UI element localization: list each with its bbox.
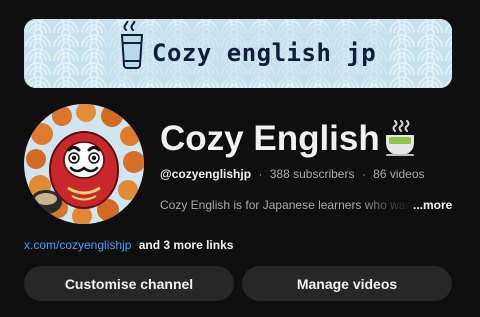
x-link[interactable]: x.com/cozyenglishjp <box>24 238 131 252</box>
more-button[interactable]: ...more <box>413 198 452 212</box>
banner-title: Cozy english jp <box>152 39 377 67</box>
tea-cup-emoji-icon <box>386 120 414 156</box>
manage-videos-label: Manage videos <box>296 275 398 292</box>
channel-description[interactable]: Cozy English is for Japanese learners wh… <box>160 198 452 212</box>
channel-handle: @cozyenglishjp <box>160 167 252 181</box>
description-text: Cozy English is for Japanese learners wh… <box>160 198 413 212</box>
customise-channel-button[interactable]: Customise channel <box>24 266 234 301</box>
manage-videos-button[interactable]: Manage videos <box>242 266 452 301</box>
channel-meta: @cozyenglishjp · 388 subscribers · 86 vi… <box>160 167 425 181</box>
channel-links: x.com/cozyenglishjp and 3 more links <box>24 238 233 252</box>
channel-name: Cozy English <box>160 119 380 158</box>
daruma-avatar <box>24 104 144 224</box>
avatar[interactable] <box>24 104 144 224</box>
separator-dot: · <box>361 167 366 181</box>
channel-banner: Cozy english jp <box>24 19 452 88</box>
customise-channel-label: Customise channel <box>64 275 194 292</box>
video-count: 86 videos <box>373 167 425 181</box>
cup-icon <box>120 21 144 69</box>
separator-dot: · <box>258 167 263 181</box>
subscriber-count: 388 subscribers <box>269 167 355 181</box>
more-links-button[interactable]: and 3 more links <box>139 238 234 252</box>
